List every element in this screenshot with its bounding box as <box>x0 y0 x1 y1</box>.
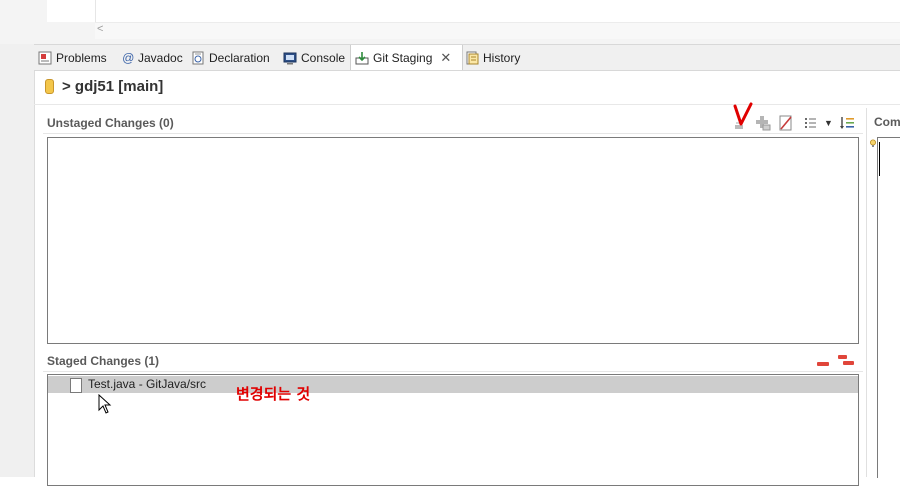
presentation-icon[interactable] <box>804 116 818 133</box>
mouse-cursor-icon <box>98 393 112 417</box>
declaration-icon <box>191 51 205 65</box>
tab-label: Declaration <box>209 50 270 65</box>
check-mark-annotation-icon <box>733 102 753 133</box>
commit-message-input[interactable] <box>877 137 900 478</box>
tab-git-staging[interactable]: Git Staging ✕ <box>350 45 463 70</box>
left-panel-strip <box>0 0 35 477</box>
ignore-file-icon[interactable] <box>779 115 793 134</box>
sort-icon[interactable] <box>839 115 855 134</box>
tab-label: Problems <box>56 50 107 65</box>
tab-label: Console <box>301 50 346 65</box>
lightbulb-icon <box>869 138 877 152</box>
tab-problems[interactable]: Problems <box>38 45 107 70</box>
panel-divider[interactable] <box>866 108 867 477</box>
problems-icon <box>38 51 52 65</box>
tab-console[interactable]: Console <box>283 45 345 70</box>
tab-label: Javadoc <box>138 50 183 65</box>
horizontal-scrollbar[interactable] <box>95 22 900 39</box>
editor-content <box>47 0 900 22</box>
history-icon <box>465 51 479 65</box>
staged-title: Staged Changes (1) <box>47 354 160 368</box>
repository-icon <box>45 79 54 94</box>
at-icon: @ <box>122 50 135 65</box>
tab-label: Git Staging <box>373 50 433 65</box>
commit-message-label: Com <box>874 115 900 129</box>
repository-header: > gdj51 [main] <box>45 78 163 95</box>
staged-section-header: Staged Changes (1) <box>43 350 863 372</box>
tab-javadoc[interactable]: @ Javadoc <box>122 45 183 70</box>
view-tab-bar: Problems @ Javadoc Declaration Console G… <box>34 44 900 71</box>
editor-gutter-line <box>95 0 96 22</box>
tab-label: History <box>483 50 521 65</box>
tab-history[interactable]: History <box>465 45 520 70</box>
close-icon[interactable]: ✕ <box>440 50 451 66</box>
git-staging-icon <box>355 51 369 65</box>
java-file-icon <box>70 378 82 393</box>
unstage-selected-icon[interactable] <box>816 357 830 371</box>
annotation-text: 변경되는 것 <box>236 385 311 403</box>
stage-all-icon[interactable] <box>755 115 771 134</box>
scroll-left-arrow-icon[interactable]: < <box>97 23 103 35</box>
unstaged-title: Unstaged Changes (0) <box>47 116 174 130</box>
console-icon <box>283 51 297 65</box>
unstaged-file-list[interactable] <box>47 137 859 344</box>
list-item-label: Test.java - GitJava/src <box>88 377 207 391</box>
tab-declaration[interactable]: Declaration <box>191 45 270 70</box>
repository-title: > gdj51 [main] <box>62 78 164 95</box>
text-caret <box>879 142 880 176</box>
section-divider <box>43 371 863 372</box>
chevron-down-icon[interactable]: ▼ <box>824 118 833 128</box>
header-divider <box>34 104 900 105</box>
unstage-all-icon[interactable] <box>837 354 855 369</box>
